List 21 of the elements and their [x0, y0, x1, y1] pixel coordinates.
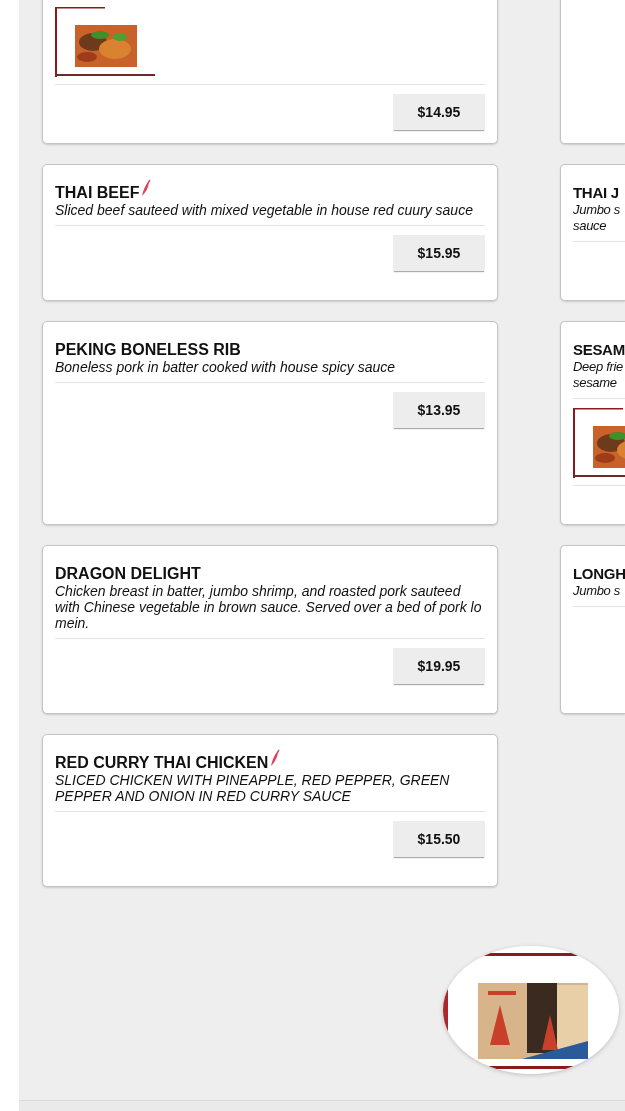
dish-name: THAI J: [573, 183, 619, 202]
price-button[interactable]: $19.95: [393, 648, 485, 684]
dish-description: Boneless pork in batter cooked with house spicy sauce: [55, 359, 397, 375]
dish-description: sauce: [573, 218, 608, 234]
dish-description: Deep frie: [573, 359, 625, 375]
dish-description: Sliced beef sauteed with mixed vegetable in house red cuury sauce: [55, 202, 474, 218]
price-button[interactable]: $13.95: [393, 392, 485, 428]
dish-name: RED CURRY THAI CHICKEN: [55, 753, 269, 772]
dish-description: Chicken breast in batter, jumbo shrimp, and roasted pork sauteed with Chinese vegetable in brown sauce. Served over a bed of pork lo mein.: [55, 583, 483, 631]
dish-description: sesame: [573, 375, 618, 391]
dish-name: LONGH: [573, 564, 625, 583]
price-button[interactable]: $14.95: [393, 94, 485, 130]
price-button[interactable]: $15.50: [393, 821, 485, 857]
dish-name: PEKING BONELESS RIB: [55, 340, 241, 359]
dish-description: Jumbo s: [573, 202, 622, 218]
dish-name: DRAGON DELIGHT: [55, 564, 201, 583]
dish-description: SLICED CHICKEN WITH PINEAPPLE, RED PEPPER, GREEN PEPPER AND ONION IN RED CURRY SAUCE: [55, 772, 451, 804]
dish-name: SESAM: [573, 340, 625, 359]
dish-description: Jumbo s: [573, 583, 622, 599]
price-button[interactable]: $15.95: [393, 235, 485, 271]
dish-name: THAI BEEF: [55, 183, 140, 202]
